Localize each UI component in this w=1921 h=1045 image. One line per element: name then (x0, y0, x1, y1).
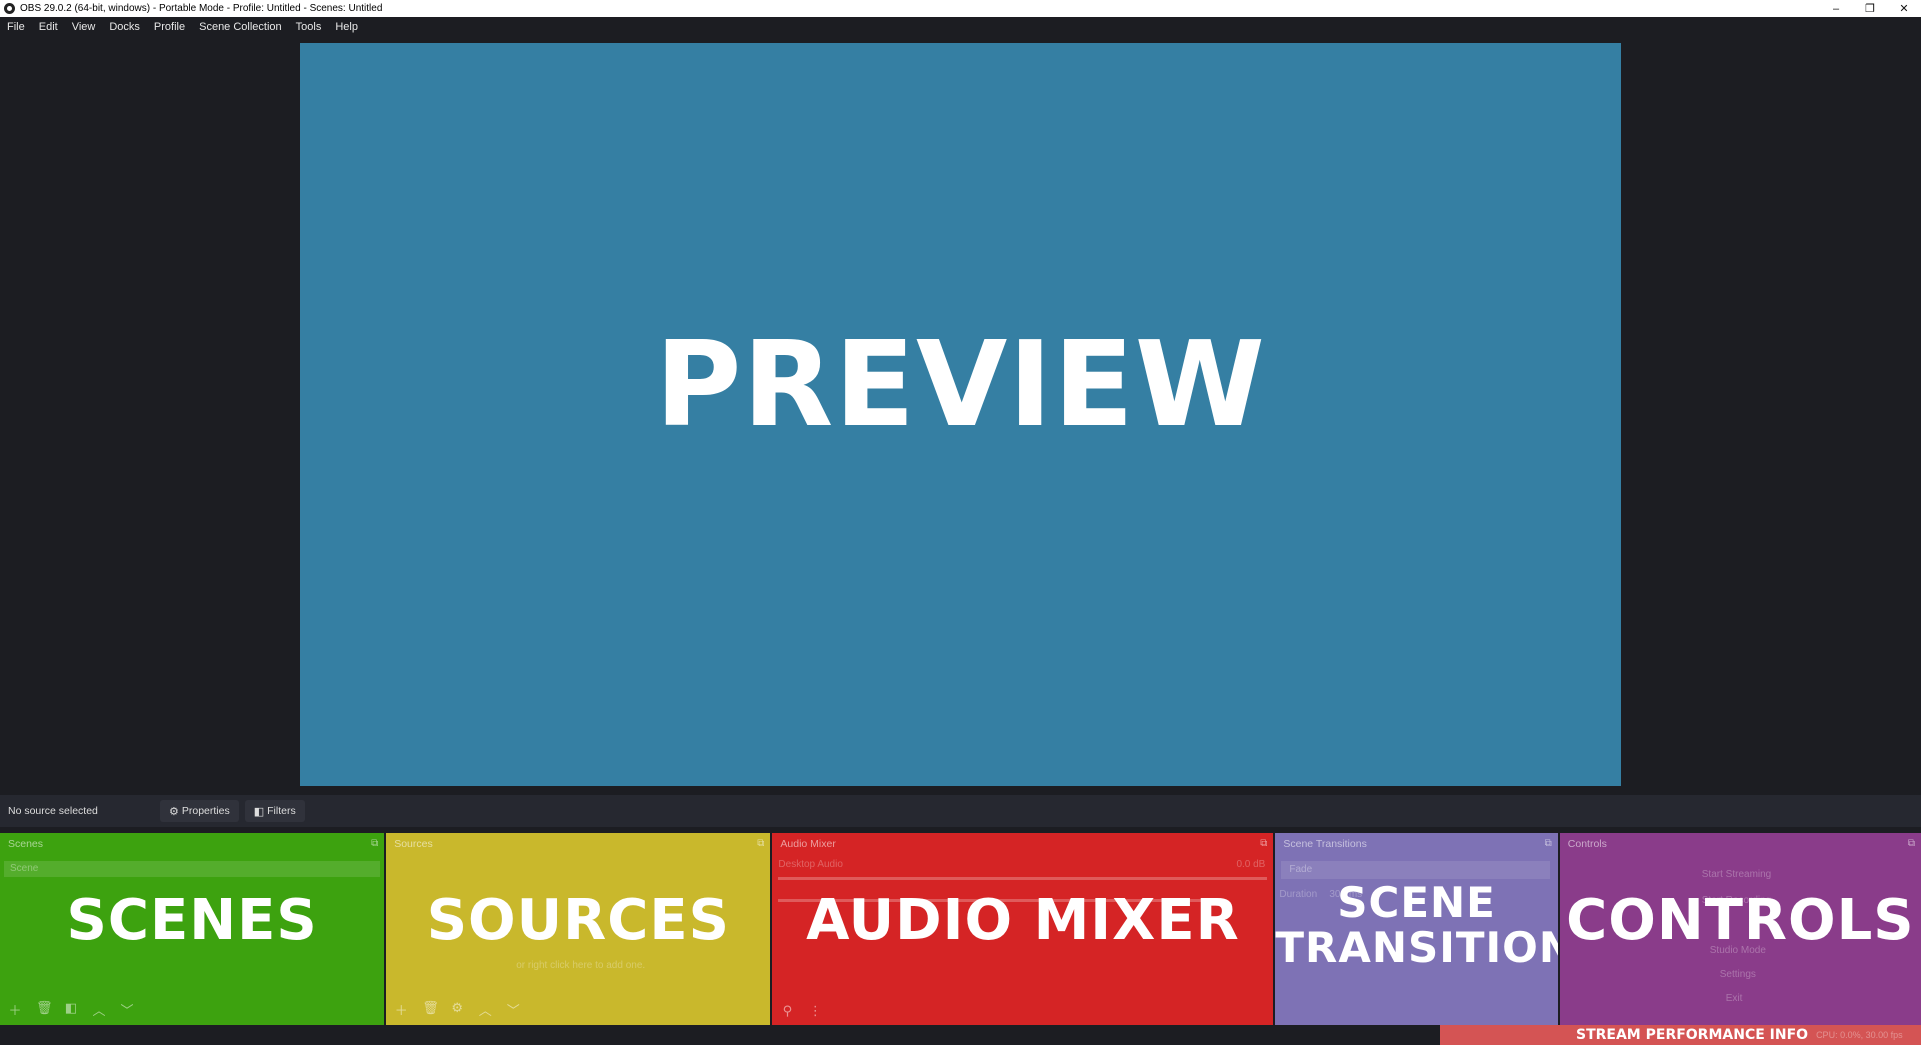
scene-transitions-dock: Scene Transitions ⧉ Fade Duration 300 ms… (1275, 833, 1558, 1025)
scene-list-item[interactable]: Scene (4, 861, 381, 877)
menu-docks[interactable]: Docks (102, 21, 147, 33)
gear-icon[interactable]: ⚙ (450, 1000, 464, 1019)
filters-label: Filters (267, 805, 296, 817)
stream-performance-label: STREAM PERFORMANCE INFO (1576, 1027, 1809, 1043)
filter-icon[interactable]: ◧ (64, 1000, 78, 1019)
sources-toolbar: ＋ 🗑 ⚙ ︿ ﹀ (394, 1000, 520, 1019)
source-status-text: No source selected (8, 805, 98, 817)
audio-mixer-dock-title: Audio Mixer (780, 838, 836, 850)
audio-level-readout: 0.0 dB (1236, 859, 1266, 870)
status-bar (0, 1025, 1440, 1045)
undock-icon[interactable]: ⧉ (1260, 838, 1267, 849)
gear-icon: ⚙ (169, 805, 179, 818)
menu-tools[interactable]: Tools (289, 21, 329, 33)
menu-help[interactable]: Help (328, 21, 365, 33)
chevron-up-icon[interactable]: ︿ (478, 1000, 492, 1019)
trash-icon[interactable]: 🗑 (36, 1000, 53, 1019)
menu-edit[interactable]: Edit (32, 21, 65, 33)
obs-logo-icon (4, 3, 15, 14)
restore-button[interactable]: ❐ (1853, 0, 1887, 17)
volume-meter (778, 877, 1268, 880)
audio-mixer-dock: Audio Mixer ⧉ Desktop Audio 0.0 dB AUDIO… (772, 833, 1274, 1025)
sources-dock-title: Sources (394, 838, 433, 850)
properties-label: Properties (181, 805, 230, 817)
scene-transitions-dock-title: Scene Transitions (1283, 838, 1367, 850)
scenes-toolbar: ＋ 🗑 ◧ ︿ ﹀ (8, 1000, 134, 1019)
undock-icon[interactable]: ⧉ (1908, 838, 1915, 849)
filters-button[interactable]: ◧ Filters (244, 800, 305, 822)
minimize-button[interactable]: – (1819, 0, 1853, 17)
audio-toolbar: ⚲ ⋮ (780, 1003, 822, 1019)
more-options-icon[interactable]: ⋮ (808, 1003, 822, 1019)
audio-mixer-label: AUDIO MIXER (806, 888, 1240, 953)
stream-performance-bar: STREAM PERFORMANCE INFO CPU: 0.0%, 30.00… (1440, 1025, 1921, 1045)
controls-label: CONTROLS (1566, 888, 1915, 953)
scenes-dock: Scenes ⧉ Scene SCENES ＋ 🗑 ◧ ︿ ﹀ (0, 833, 385, 1025)
menu-view[interactable]: View (65, 21, 103, 33)
controls-dock-title: Controls (1567, 838, 1607, 850)
scene-transitions-label-line1: SCENE (1337, 878, 1496, 927)
menu-bar: File Edit View Docks Profile Scene Colle… (0, 17, 1921, 37)
preview-canvas[interactable]: PREVIEW (300, 43, 1621, 786)
add-icon[interactable]: ＋ (8, 1000, 22, 1019)
window-title: OBS 29.0.2 (64-bit, windows) - Portable … (20, 3, 383, 14)
stream-performance-stats: CPU: 0.0%, 30.00 fps (1816, 1030, 1903, 1040)
filter-icon: ◧ (253, 805, 265, 818)
sources-hint: or right click here to add one. (516, 960, 646, 971)
docks-row: Scenes ⧉ Scene SCENES ＋ 🗑 ◧ ︿ ﹀ Sources … (0, 833, 1921, 1025)
audio-channel-name: Desktop Audio (778, 859, 843, 870)
transition-select[interactable]: Fade (1281, 861, 1550, 879)
menu-file[interactable]: File (0, 21, 32, 33)
undock-icon[interactable]: ⧉ (1545, 838, 1552, 849)
trash-icon[interactable]: 🗑 (422, 1000, 439, 1019)
chevron-down-icon[interactable]: ﹀ (506, 1000, 520, 1019)
exit-button[interactable]: Exit (1726, 993, 1743, 1004)
menu-profile[interactable]: Profile (147, 21, 192, 33)
preview-area: PREVIEW (0, 37, 1921, 795)
sources-dock: Sources ⧉ SOURCES or right click here to… (386, 833, 771, 1025)
chevron-up-icon[interactable]: ︿ (92, 1000, 106, 1019)
menu-scene-collection[interactable]: Scene Collection (192, 21, 289, 33)
close-button[interactable]: ✕ (1887, 0, 1921, 17)
sources-label: SOURCES (426, 888, 730, 953)
window-controls: – ❐ ✕ (1819, 0, 1921, 17)
scenes-dock-title: Scenes (8, 838, 44, 850)
context-bar: No source selected ⚙ Properties ◧ Filter… (0, 795, 1921, 827)
undock-icon[interactable]: ⧉ (757, 838, 764, 849)
scenes-label: SCENES (66, 888, 318, 953)
scene-transitions-label-line2: TRANSITIONS (1275, 923, 1558, 973)
title-bar: OBS 29.0.2 (64-bit, windows) - Portable … (0, 0, 1921, 17)
properties-button[interactable]: ⚙ Properties (160, 800, 239, 822)
settings-button[interactable]: Settings (1720, 969, 1756, 980)
controls-dock: Controls ⧉ Start Streaming Start Recordi… (1559, 833, 1921, 1025)
chevron-down-icon[interactable]: ﹀ (120, 1000, 134, 1019)
start-streaming-button[interactable]: Start Streaming (1702, 869, 1771, 880)
scene-transitions-label: SCENE TRANSITIONS (1275, 880, 1557, 971)
undock-icon[interactable]: ⧉ (371, 838, 378, 849)
advanced-audio-icon[interactable]: ⚲ (780, 1003, 794, 1019)
preview-label: PREVIEW (655, 314, 1266, 453)
add-icon[interactable]: ＋ (394, 1000, 408, 1019)
